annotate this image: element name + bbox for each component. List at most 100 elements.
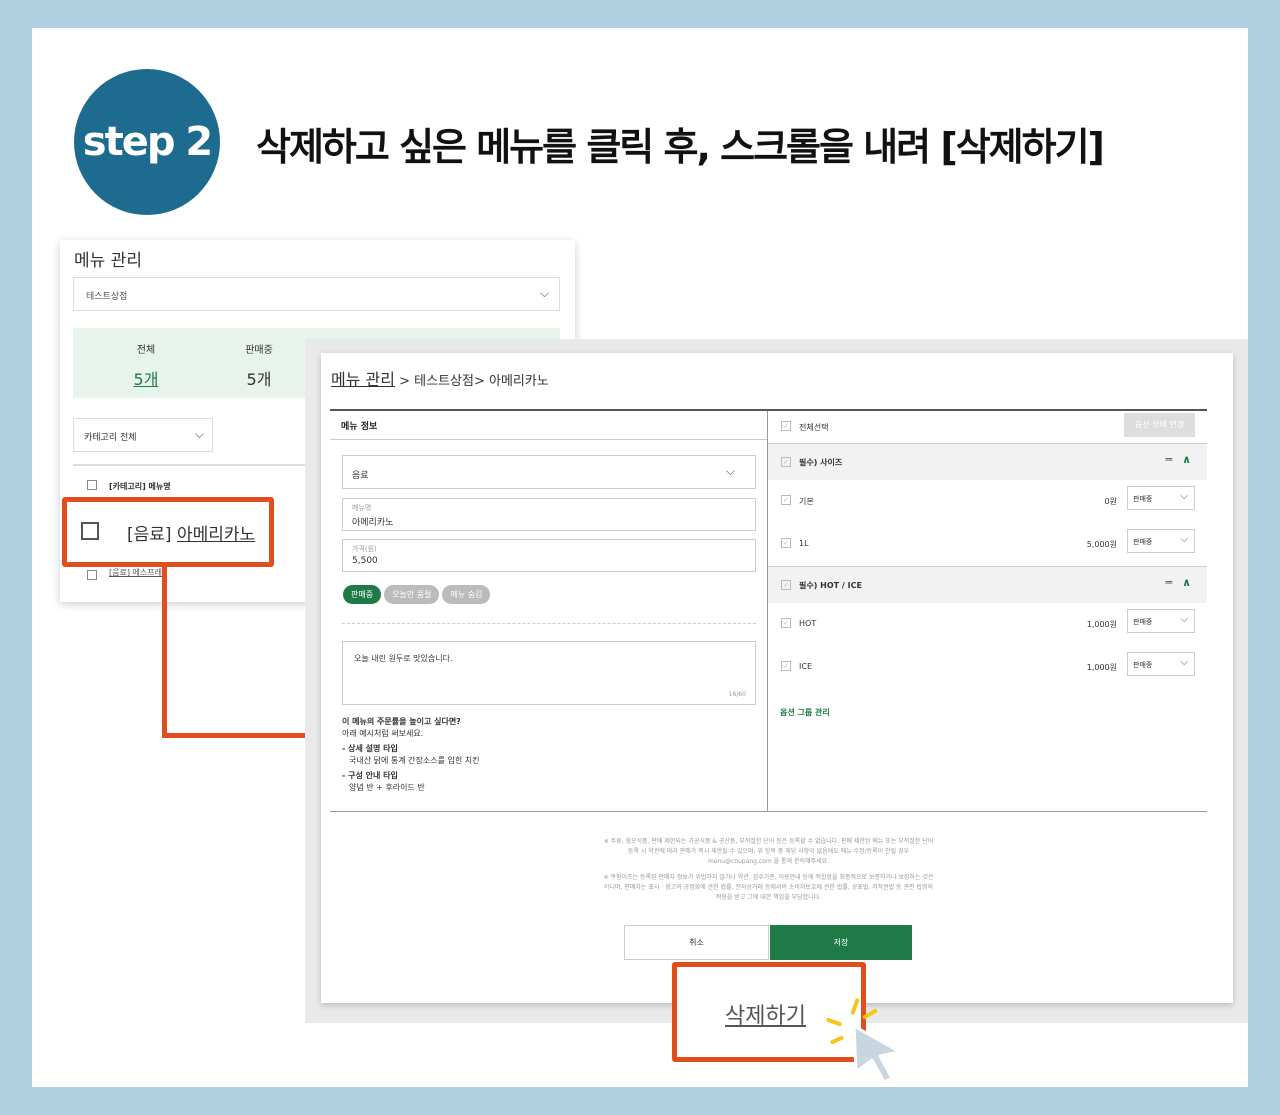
description-textarea[interactable]: 오늘 내린 원두로 맛있습니다. 16/60 bbox=[342, 641, 756, 705]
group-checkbox[interactable]: ✓ bbox=[781, 457, 791, 467]
chevron-down-icon: ⌵ bbox=[725, 464, 735, 478]
option-checkbox[interactable]: ✓ bbox=[781, 618, 791, 628]
price-field[interactable]: 가격(원) 5,500 bbox=[342, 539, 756, 572]
tips-type2-title: - 구성 안내 타입 bbox=[342, 771, 398, 780]
option-price: 1,000원 bbox=[1086, 620, 1117, 629]
chevron-down-icon: ⌵ bbox=[1180, 534, 1188, 545]
group-controls: ═ ∧ bbox=[1165, 453, 1191, 466]
row-category: [음료] bbox=[127, 525, 172, 545]
option-group-hot-ice: ✓ 필수) HOT / ICE ═ ∧ bbox=[768, 566, 1207, 603]
row-checkbox[interactable] bbox=[81, 522, 99, 540]
tag-sold-out-today[interactable]: 오늘만 품절 bbox=[384, 585, 440, 604]
highlight-row-text[interactable]: [음료] 아메리카노 bbox=[127, 520, 255, 545]
description-text: 오늘 내린 원두로 맛있습니다. bbox=[354, 654, 453, 663]
divider bbox=[342, 623, 756, 624]
highlight-menu-row[interactable]: [음료] 아메리카노 bbox=[62, 497, 274, 567]
row-checkbox[interactable] bbox=[87, 570, 97, 580]
delete-button[interactable]: 삭제하기 bbox=[725, 998, 806, 1030]
row-label[interactable]: [음료] 에스프레 bbox=[109, 567, 162, 578]
option-group-title: 필수) HOT / ICE bbox=[799, 581, 862, 590]
chevron-down-icon: ⌵ bbox=[1180, 657, 1188, 668]
option-group-title: 필수) 사이즈 bbox=[799, 458, 843, 467]
option-status-select[interactable]: 판매중 ⌵ bbox=[1127, 486, 1195, 510]
drag-handle-icon[interactable]: ═ bbox=[1165, 453, 1172, 466]
price-value: 5,500 bbox=[352, 556, 378, 566]
option-row: ✓ ICE 1,000원 판매중 ⌵ bbox=[768, 647, 1207, 687]
row-menu-name[interactable]: 아메리카노 bbox=[177, 525, 255, 545]
category-select[interactable]: 카테고리 전체 ⌵ bbox=[73, 418, 213, 452]
option-status-select[interactable]: 판매중 ⌵ bbox=[1127, 529, 1195, 553]
chevron-down-icon: ⌵ bbox=[1180, 491, 1188, 502]
chevron-down-icon: ⌵ bbox=[1180, 614, 1188, 625]
option-status: 판매중 bbox=[1133, 661, 1153, 669]
chevron-up-icon[interactable]: ∧ bbox=[1182, 453, 1191, 466]
menu-name-field[interactable]: 메뉴명 아메리카노 bbox=[342, 498, 756, 531]
divider bbox=[330, 811, 1207, 812]
option-group-size: ✓ 필수) 사이즈 ═ ∧ bbox=[768, 443, 1207, 480]
notice-text: ※ 주류, 혐오식품, 판매 제한되는 가공식품 & 공산품, 부적절한 단어 … bbox=[601, 837, 936, 909]
tag-on-sale[interactable]: 판매중 bbox=[343, 585, 382, 604]
group-checkbox[interactable]: ✓ bbox=[781, 580, 791, 590]
menu-name-label: 메뉴명 bbox=[352, 504, 372, 512]
store-select-value: 테스트상점 bbox=[86, 292, 128, 302]
price-label: 가격(원) bbox=[352, 545, 377, 553]
option-group-manage-link[interactable]: 옵션 그룹 관리 bbox=[780, 707, 830, 718]
step-label: step 2 bbox=[82, 119, 213, 165]
step-badge: step 2 bbox=[74, 69, 220, 215]
summary-onsale-value: 5개 bbox=[246, 370, 272, 389]
connector-line bbox=[162, 733, 307, 738]
option-toolbar: ✓ 전체선택 옵션 상태 변경 bbox=[768, 411, 1207, 441]
group-controls: ═ ∧ bbox=[1165, 576, 1191, 589]
connector-line bbox=[162, 565, 167, 738]
summary-total-value[interactable]: 5개 bbox=[116, 366, 176, 390]
option-status: 판매중 bbox=[1133, 538, 1153, 546]
option-status-button[interactable]: 옵션 상태 변경 bbox=[1124, 413, 1195, 437]
option-name: 1L bbox=[799, 539, 809, 548]
breadcrumb-root[interactable]: 메뉴 관리 bbox=[331, 370, 395, 389]
option-status: 판매중 bbox=[1133, 495, 1153, 503]
breadcrumb-item: 아메리카노 bbox=[489, 374, 549, 389]
tag-hide-menu[interactable]: 메뉴 숨김 bbox=[442, 585, 491, 604]
tips-type1-title: - 상세 설명 타입 bbox=[342, 744, 398, 753]
category-select-value: 카테고리 전체 bbox=[84, 433, 137, 443]
option-checkbox[interactable]: ✓ bbox=[781, 661, 791, 671]
option-checkbox[interactable]: ✓ bbox=[781, 495, 791, 505]
notice-paragraph: ※ 쿠팡이츠는 등록된 판매자 정보가 위법하지 않거나 약관, 검수기준, 이… bbox=[603, 874, 934, 901]
divider bbox=[330, 439, 767, 440]
option-name: 기본 bbox=[799, 497, 814, 506]
chevron-down-icon: ⌵ bbox=[539, 286, 549, 300]
breadcrumb-sep: > bbox=[473, 374, 485, 389]
tips-block: 이 메뉴의 주문률을 높이고 싶다면? 아래 예시처럼 써보세요. - 상세 설… bbox=[342, 716, 479, 794]
store-select[interactable]: 테스트상점 ⌵ bbox=[73, 277, 560, 311]
menu-detail-screen: 메뉴 관리 > 테스트상점> 아메리카노 메뉴 정보 음료 ⌵ 메뉴명 아메리카… bbox=[321, 353, 1233, 1003]
option-status-select[interactable]: 판매중 ⌵ bbox=[1127, 609, 1195, 633]
breadcrumb: 메뉴 관리 > 테스트상점> 아메리카노 bbox=[331, 366, 549, 390]
option-checkbox[interactable]: ✓ bbox=[781, 538, 791, 548]
tips-type2-example: 양념 반 + 후라이드 반 bbox=[349, 783, 425, 792]
drag-handle-icon[interactable]: ═ bbox=[1165, 576, 1172, 589]
cancel-button[interactable]: 취소 bbox=[624, 925, 769, 960]
option-name: HOT bbox=[799, 619, 817, 628]
chevron-up-icon[interactable]: ∧ bbox=[1182, 576, 1191, 589]
select-all-checkbox[interactable] bbox=[87, 480, 97, 490]
select-all-label: 전체선택 bbox=[799, 423, 829, 432]
mouse-cursor-icon bbox=[852, 1024, 902, 1084]
description-count: 16/60 bbox=[728, 691, 746, 698]
option-row: ✓ 1L 5,000원 판매중 ⌵ bbox=[768, 524, 1207, 564]
notice-paragraph: ※ 주류, 혐오식품, 판매 제한되는 가공식품 & 공산품, 부적절한 단어 … bbox=[603, 838, 934, 865]
option-status: 판매중 bbox=[1133, 618, 1153, 626]
option-price: 5,000원 bbox=[1086, 540, 1117, 549]
delete-button-highlight: 삭제하기 bbox=[672, 962, 866, 1062]
option-price: 1,000원 bbox=[1086, 663, 1117, 672]
status-tags: 판매중 오늘만 품절 메뉴 숨김 bbox=[343, 585, 491, 604]
headline: 삭제하고 싶은 메뉴를 클릭 후, 스크롤을 내려 [삭제하기] bbox=[256, 125, 1105, 169]
summary-onsale: 판매중 5개 bbox=[229, 341, 289, 390]
select-all-checkbox[interactable]: ✓ bbox=[781, 421, 791, 431]
summary-total: 전체 5개 bbox=[116, 341, 176, 390]
save-button[interactable]: 저장 bbox=[770, 925, 912, 960]
list-title: 메뉴 관리 bbox=[74, 251, 142, 271]
category-dropdown[interactable]: 음료 ⌵ bbox=[342, 455, 756, 489]
option-status-select[interactable]: 판매중 ⌵ bbox=[1127, 652, 1195, 676]
menu-info-title: 메뉴 정보 bbox=[341, 422, 378, 432]
table-header-label: [카테고리] 메뉴명 bbox=[109, 482, 171, 491]
